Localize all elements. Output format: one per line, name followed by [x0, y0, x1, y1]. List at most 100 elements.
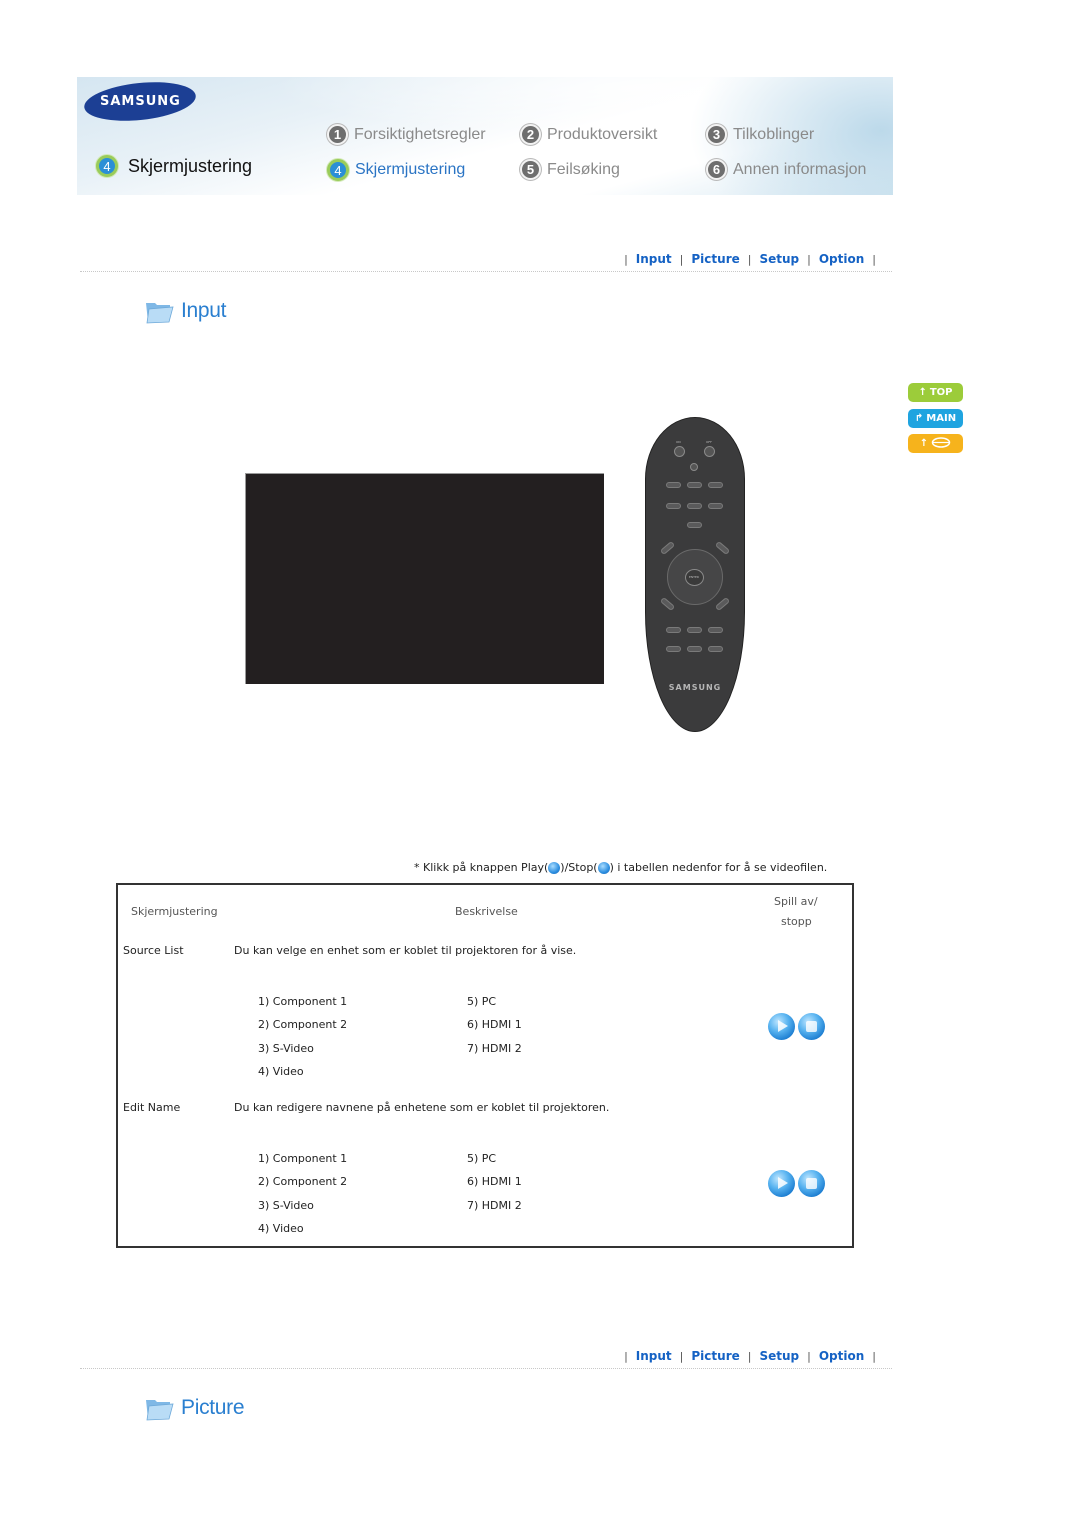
- chapter-link-2[interactable]: 2 Produktoversikt: [520, 124, 657, 145]
- nav-link-input[interactable]: Input: [636, 252, 672, 266]
- divider: [80, 271, 892, 272]
- arrow-up-icon: ↑: [919, 438, 929, 449]
- chapter-number-badge: 2: [520, 124, 541, 145]
- chapter-number-badge: 5: [520, 159, 541, 180]
- setting-name: Source List: [123, 944, 184, 957]
- remote-button: [687, 522, 702, 528]
- nav-separator: |: [624, 1349, 628, 1363]
- power-off-button: [704, 446, 715, 457]
- column-header: stopp: [781, 915, 812, 928]
- remote-brand: SAMSUNG: [668, 683, 722, 692]
- chapter-number-badge: 4: [327, 159, 349, 181]
- settings-table: Skjermjustering Beskrivelse Spill av/ st…: [116, 883, 854, 1248]
- remote-off-label: OFF: [706, 440, 712, 444]
- playback-controls: [768, 1013, 825, 1040]
- remote-button: [708, 646, 723, 652]
- nav-link-option[interactable]: Option: [819, 1349, 864, 1363]
- column-header: Skjermjustering: [131, 905, 218, 918]
- nav-link-option[interactable]: Option: [819, 252, 864, 266]
- folder-icon: [144, 298, 174, 324]
- chapter-link-6[interactable]: 6 Annen informasjon: [706, 159, 866, 180]
- nav-separator: |: [747, 1349, 752, 1363]
- chapter-link-label: Skjermjustering: [355, 161, 466, 178]
- nav-link-input[interactable]: Input: [636, 1349, 672, 1363]
- nav-link-picture[interactable]: Picture: [691, 252, 739, 266]
- chapter-number-badge: 1: [327, 124, 348, 145]
- samsung-logo[interactable]: SAMSUNG: [82, 77, 198, 126]
- section-title-input: Input: [144, 298, 227, 324]
- chapter-link-3[interactable]: 3 Tilkoblinger: [706, 124, 814, 145]
- source-item: 5) PC: [467, 1152, 497, 1165]
- remote-on-label: ON: [676, 440, 681, 444]
- stop-icon: [806, 1178, 817, 1189]
- section-title-picture: Picture: [144, 1395, 245, 1421]
- nav-separator: |: [807, 1349, 811, 1363]
- section-title-text: Input: [181, 299, 227, 322]
- nav-link-setup[interactable]: Setup: [759, 1349, 799, 1363]
- stop-icon: [597, 861, 610, 874]
- chapter-number-badge: 4: [96, 155, 118, 177]
- play-icon: [778, 1177, 788, 1189]
- top-button-label: TOP: [929, 387, 953, 398]
- section-title-text: Picture: [181, 1396, 245, 1419]
- playback-controls: [768, 1170, 825, 1197]
- nav-link-setup[interactable]: Setup: [759, 252, 799, 266]
- enter-label: ENTER: [689, 575, 699, 579]
- back-button[interactable]: ↑: [908, 434, 963, 453]
- setting-description: Du kan redigere navnene på enhetene som …: [234, 1101, 610, 1114]
- remote-button: [666, 646, 681, 652]
- chapter-link-5[interactable]: 5 Feilsøking: [520, 159, 620, 180]
- nav-separator: |: [679, 252, 684, 266]
- chapter-link-4[interactable]: 4 Skjermjustering: [327, 159, 465, 181]
- play-stop-notice: * Klikk på knappen Play( )/Stop( ) i tab…: [414, 861, 827, 874]
- source-item: 3) S-Video: [258, 1199, 314, 1212]
- arrow-up-icon: ↑: [918, 387, 927, 398]
- column-header: Spill av/: [774, 895, 818, 908]
- main-button[interactable]: ↱ MAIN: [908, 409, 963, 428]
- source-item: 7) HDMI 2: [467, 1042, 522, 1055]
- play-button[interactable]: [768, 1170, 795, 1197]
- nav-link-picture[interactable]: Picture: [691, 1349, 739, 1363]
- remote-button: [687, 627, 702, 633]
- source-item: 4) Video: [258, 1065, 304, 1078]
- remote-button: [666, 627, 681, 633]
- folder-icon: [144, 1395, 174, 1421]
- stop-button[interactable]: [798, 1170, 825, 1197]
- source-item: 7) HDMI 2: [467, 1199, 522, 1212]
- remote-button: [687, 503, 702, 509]
- divider: [80, 1368, 892, 1369]
- nav-separator: |: [624, 252, 628, 266]
- stop-button[interactable]: [798, 1013, 825, 1040]
- chapter-link-label: Produktoversikt: [547, 125, 658, 143]
- ring-icon: [931, 436, 951, 451]
- source-item: 4) Video: [258, 1222, 304, 1235]
- source-item: 1) Component 1: [258, 995, 348, 1008]
- nav-separator: |: [872, 1349, 876, 1363]
- setting-name: Edit Name: [123, 1101, 181, 1114]
- top-button[interactable]: ↑ TOP: [908, 383, 963, 402]
- current-chapter: 4 Skjermjustering: [96, 155, 252, 177]
- source-item: 2) Component 2: [258, 1175, 348, 1188]
- current-chapter-title: Skjermjustering: [128, 155, 253, 176]
- chapter-link-label: Tilkoblinger: [733, 125, 815, 143]
- turn-arrow-icon: ↱: [914, 413, 924, 424]
- column-header: Beskrivelse: [455, 905, 518, 918]
- remote-button: [708, 503, 723, 509]
- play-button[interactable]: [768, 1013, 795, 1040]
- chapter-link-label: Forsiktighetsregler: [354, 125, 486, 143]
- source-item: 6) HDMI 1: [467, 1018, 522, 1031]
- chapter-number-badge: 6: [706, 159, 727, 180]
- main-button-label: MAIN: [926, 413, 957, 424]
- play-icon: [548, 861, 561, 874]
- chapter-link-label: Annen informasjon: [733, 160, 867, 178]
- notice-text: ) i tabellen nedenfor for å se videofile…: [609, 861, 828, 874]
- nav-separator: |: [679, 1349, 684, 1363]
- source-item: 6) HDMI 1: [467, 1175, 522, 1188]
- notice-text: )/Stop(: [560, 861, 598, 874]
- remote-button: [666, 482, 681, 488]
- chapter-link-1[interactable]: 1 Forsiktighetsregler: [327, 124, 486, 145]
- source-item: 1) Component 1: [258, 1152, 348, 1165]
- section-nav-bottom: | Input | Picture | Setup | Option |: [616, 1349, 884, 1363]
- video-player[interactable]: [245, 473, 604, 684]
- nav-separator: |: [872, 252, 876, 266]
